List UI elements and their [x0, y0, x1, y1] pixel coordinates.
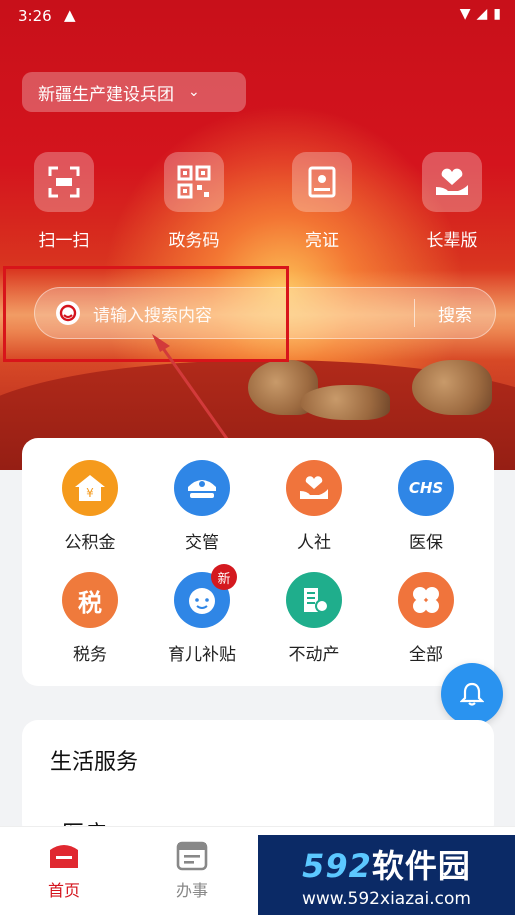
watermark-url: www.592xiazai.com — [302, 889, 471, 909]
tab-label: 办事 — [175, 881, 208, 900]
notification-button[interactable] — [441, 663, 503, 725]
statue-middle — [300, 385, 390, 420]
highlight-box — [3, 266, 289, 362]
housing-fund-icon: ¥ — [62, 460, 118, 516]
document-icon — [174, 839, 210, 873]
quick-action-certificate[interactable]: 亮证 — [282, 152, 362, 251]
signal-icon: ◢ — [476, 6, 488, 22]
life-services-card: 生活服务 医疗 — [22, 720, 494, 847]
certificate-icon — [292, 152, 352, 212]
tax-icon: 税 — [62, 572, 118, 628]
heart-hand-icon — [286, 460, 342, 516]
chevron-down-icon: ⌄ — [188, 84, 200, 100]
home-icon — [46, 839, 82, 873]
quick-action-qr[interactable]: 政务码 — [154, 152, 234, 251]
region-label: 新疆生产建设兵团 — [38, 84, 174, 105]
service-real-estate[interactable]: 不动产 — [264, 572, 364, 665]
quick-action-elder-mode[interactable]: 长辈版 — [412, 152, 492, 251]
police-cap-icon — [174, 460, 230, 516]
service-all[interactable]: 全部 — [376, 572, 476, 665]
tab-home[interactable]: 首页 — [24, 839, 104, 901]
service-tax[interactable]: 税 税务 — [40, 572, 140, 665]
watermark-logo-text: 软件园 — [371, 847, 471, 885]
wifi-icon: ▼ — [459, 6, 471, 22]
statue-right — [412, 360, 492, 415]
tax-glyph: 税 — [78, 588, 102, 617]
status-bar: 3:26 ▲ ▼ ◢ ▮ — [0, 0, 515, 32]
service-label: 育儿补贴 — [168, 645, 236, 665]
building-icon — [286, 572, 342, 628]
service-housing-fund[interactable]: ¥ 公积金 — [40, 460, 140, 553]
service-label: 全部 — [409, 645, 443, 665]
svg-text:¥: ¥ — [86, 486, 94, 500]
service-medical-insurance[interactable]: CHS 医保 — [376, 460, 476, 553]
status-icons: ▼ ◢ ▮ — [460, 6, 501, 22]
quick-action-scan[interactable]: 扫一扫 — [24, 152, 104, 251]
bell-icon — [460, 682, 484, 706]
services-card: ¥ 公积金 交管 人社 CHS 医保 税 税务 新 育儿补贴 不动产 全部 — [22, 438, 494, 686]
chs-logo-icon: CHS — [398, 460, 454, 516]
service-label: 税务 — [73, 645, 107, 665]
heart-hand-icon — [422, 152, 482, 212]
service-traffic[interactable]: 交管 — [152, 460, 252, 553]
service-label: 医保 — [409, 533, 443, 553]
service-label: 公积金 — [64, 533, 116, 553]
watermark-logo-number: 592 — [302, 847, 372, 885]
qr-code-icon — [164, 152, 224, 212]
quick-action-label: 扫一扫 — [38, 231, 90, 251]
status-time: 3:26 — [18, 7, 52, 25]
watermark: 592软件园 www.592xiazai.com — [258, 835, 515, 915]
new-badge: 新 — [211, 564, 237, 590]
quick-action-label: 政务码 — [168, 231, 220, 251]
tab-services[interactable]: 办事 — [152, 839, 232, 901]
battery-icon: ▮ — [493, 6, 501, 22]
service-childcare-subsidy[interactable]: 新 育儿补贴 — [152, 564, 252, 665]
quick-action-label: 亮证 — [305, 231, 339, 251]
service-label: 不动产 — [288, 645, 340, 665]
search-button[interactable]: 搜索 — [415, 301, 495, 326]
service-label: 人社 — [297, 533, 331, 553]
grid-all-icon — [398, 572, 454, 628]
warning-icon: ▲ — [64, 6, 76, 24]
quick-action-label: 长辈版 — [426, 231, 478, 251]
service-social-security[interactable]: 人社 — [264, 460, 364, 553]
watermark-logo: 592软件园 — [258, 841, 515, 887]
tab-label: 首页 — [47, 881, 80, 900]
service-label: 交管 — [185, 533, 219, 553]
scan-icon — [34, 152, 94, 212]
region-selector[interactable]: 新疆生产建设兵团 ⌄ — [22, 72, 246, 112]
section-title: 生活服务 — [50, 750, 139, 775]
